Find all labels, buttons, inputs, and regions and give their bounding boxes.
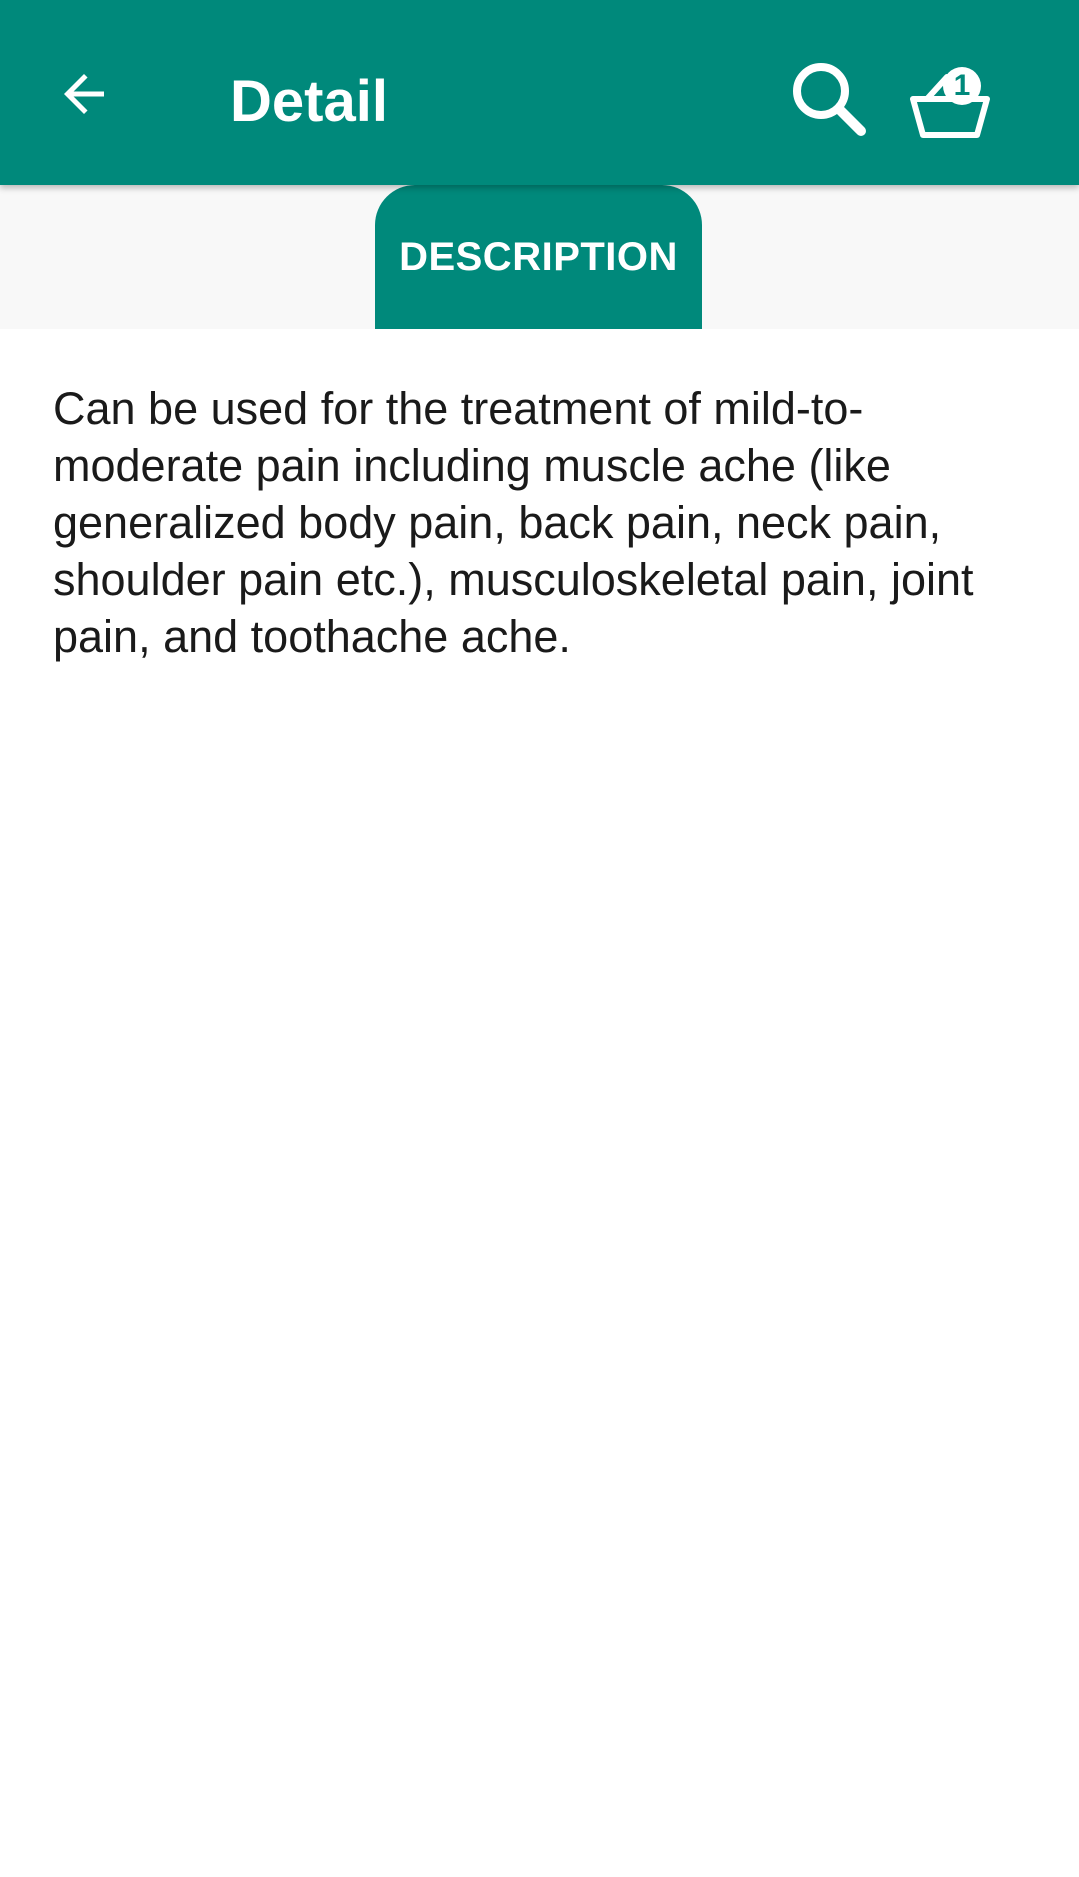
back-button[interactable] [40, 50, 128, 138]
arrow-left-icon [64, 74, 104, 114]
tab-bar: DESCRIPTION [0, 185, 1079, 329]
cart-button[interactable]: 1 [895, 55, 1005, 155]
tab-description-label: DESCRIPTION [399, 234, 678, 279]
app-bar: Detail 1 [0, 0, 1079, 185]
tab-description[interactable]: DESCRIPTION [375, 185, 702, 329]
page-title: Detail [230, 69, 388, 134]
cart-count-badge: 1 [943, 67, 981, 105]
description-text: Can be used for the treatment of mild-to… [53, 383, 974, 662]
search-icon [793, 63, 866, 136]
search-button[interactable] [780, 50, 880, 150]
